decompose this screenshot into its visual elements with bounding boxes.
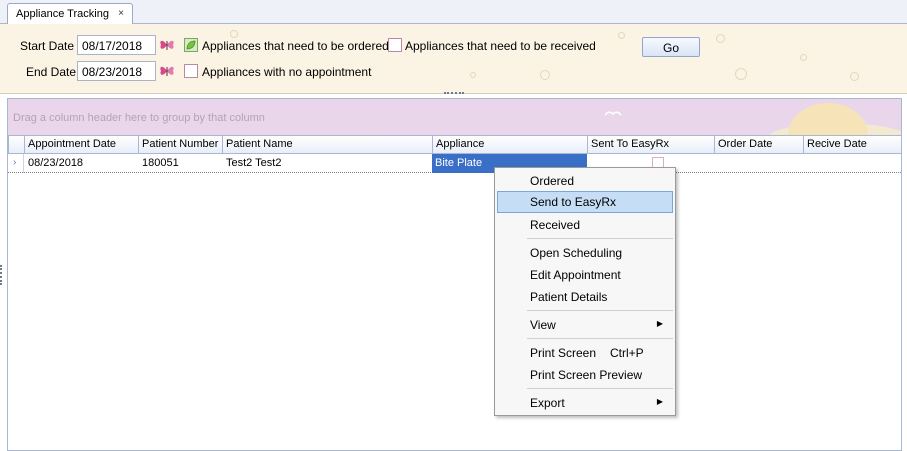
tab-strip: Appliance Tracking × bbox=[0, 0, 907, 25]
leaf-check-icon bbox=[186, 40, 196, 50]
column-header-recive-date[interactable]: Recive Date bbox=[803, 136, 900, 154]
decor-bubble bbox=[618, 32, 625, 39]
menu-item-shortcut: Ctrl+P bbox=[610, 346, 644, 360]
cell-appointment-date[interactable]: 08/23/2018 bbox=[25, 154, 138, 173]
cell-order-date[interactable] bbox=[715, 154, 803, 173]
menu-item-received[interactable]: Received bbox=[497, 214, 673, 236]
decor-sun bbox=[788, 103, 868, 135]
menu-separator bbox=[527, 310, 673, 311]
no-appointment-option-label[interactable]: Appliances with no appointment bbox=[202, 65, 371, 79]
ordered-option-label[interactable]: Appliances that need to be ordered bbox=[202, 39, 389, 53]
cell-patient-name[interactable]: Test2 Test2 bbox=[223, 154, 432, 173]
appliance-grid: Drag a column header here to group by th… bbox=[7, 98, 902, 451]
menu-item-label: Open Scheduling bbox=[530, 246, 623, 260]
table-row[interactable]: › 08/23/2018 180051 Test2 Test2 Bite Pla… bbox=[8, 154, 901, 173]
menu-item-label: Ordered bbox=[530, 174, 575, 188]
column-header-patient-number[interactable]: Patient Number bbox=[138, 136, 222, 154]
tab-title: Appliance Tracking bbox=[16, 8, 109, 20]
cell-recive-date[interactable] bbox=[804, 154, 900, 173]
no-appointment-checkbox[interactable] bbox=[184, 64, 198, 78]
go-button[interactable]: Go bbox=[642, 37, 700, 57]
end-date-label: End Date bbox=[26, 65, 77, 79]
row-indicator-icon: › bbox=[8, 154, 24, 173]
column-header-patient-name[interactable]: Patient Name bbox=[222, 136, 432, 154]
column-header-sent-to-easyrx[interactable]: Sent To EasyRx bbox=[587, 136, 714, 154]
bird-icon bbox=[604, 111, 622, 116]
side-splitter-handle[interactable] bbox=[0, 265, 3, 285]
menu-item-ordered[interactable]: Ordered bbox=[497, 170, 673, 192]
header-indicator bbox=[8, 136, 24, 154]
tab-appliance-tracking[interactable]: Appliance Tracking × bbox=[7, 3, 133, 25]
start-date-input[interactable]: 08/17/2018 bbox=[77, 35, 156, 55]
menu-item-view[interactable]: View ▶ bbox=[497, 314, 673, 336]
butterfly-calendar-icon[interactable] bbox=[158, 36, 176, 54]
decor-bubble bbox=[230, 30, 238, 38]
menu-item-edit-appointment[interactable]: Edit Appointment bbox=[497, 264, 673, 286]
decor-bubble bbox=[735, 68, 747, 80]
filter-panel: Start Date 08/17/2018 Appliances that ne… bbox=[0, 24, 907, 94]
received-option-label[interactable]: Appliances that need to be received bbox=[405, 39, 596, 53]
context-menu: Ordered Send to EasyRx Received Open Sch… bbox=[494, 167, 676, 416]
menu-item-export[interactable]: Export ▶ bbox=[497, 392, 673, 414]
splitter-handle[interactable] bbox=[444, 92, 464, 95]
menu-separator bbox=[527, 238, 673, 239]
cell-patient-number[interactable]: 180051 bbox=[139, 154, 222, 173]
start-date-label: Start Date bbox=[20, 39, 75, 53]
column-header-row: Appointment Date Patient Number Patient … bbox=[8, 135, 901, 154]
decor-bubble bbox=[540, 70, 550, 80]
column-header-appointment-date[interactable]: Appointment Date bbox=[24, 136, 138, 154]
menu-separator bbox=[527, 388, 673, 389]
received-checkbox[interactable] bbox=[388, 38, 402, 52]
decor-bubble bbox=[800, 54, 807, 61]
decor-bubble bbox=[850, 72, 859, 81]
menu-item-patient-details[interactable]: Patient Details bbox=[497, 286, 673, 308]
group-hint: Drag a column header here to group by th… bbox=[13, 112, 265, 124]
menu-item-label: Edit Appointment bbox=[530, 268, 621, 282]
menu-item-label: Print Screen bbox=[530, 346, 597, 360]
menu-separator bbox=[527, 338, 673, 339]
menu-item-send-to-easyrx[interactable]: Send to EasyRx bbox=[497, 191, 673, 213]
menu-item-print-screen[interactable]: Print Screen Ctrl+P bbox=[497, 342, 673, 364]
menu-item-label: View bbox=[530, 318, 556, 332]
decor-bubble bbox=[716, 34, 725, 43]
menu-item-print-screen-preview[interactable]: Print Screen Preview bbox=[497, 364, 673, 386]
submenu-arrow-icon: ▶ bbox=[656, 319, 663, 328]
menu-item-open-scheduling[interactable]: Open Scheduling bbox=[497, 242, 673, 264]
column-header-appliance[interactable]: Appliance bbox=[432, 136, 587, 154]
menu-item-label: Patient Details bbox=[530, 290, 608, 304]
menu-item-label: Export bbox=[530, 396, 565, 410]
end-date-input[interactable]: 08/23/2018 bbox=[77, 61, 156, 81]
ordered-checkbox[interactable] bbox=[184, 38, 198, 52]
submenu-arrow-icon: ▶ bbox=[656, 397, 663, 406]
menu-item-label: Received bbox=[530, 218, 581, 232]
group-by-panel[interactable]: Drag a column header here to group by th… bbox=[8, 99, 901, 135]
close-icon[interactable]: × bbox=[118, 8, 124, 19]
column-header-order-date[interactable]: Order Date bbox=[714, 136, 803, 154]
menu-item-label: Print Screen Preview bbox=[530, 368, 643, 382]
butterfly-calendar-icon[interactable] bbox=[158, 62, 176, 80]
decor-bubble bbox=[470, 72, 476, 78]
menu-item-label: Send to EasyRx bbox=[530, 195, 617, 209]
